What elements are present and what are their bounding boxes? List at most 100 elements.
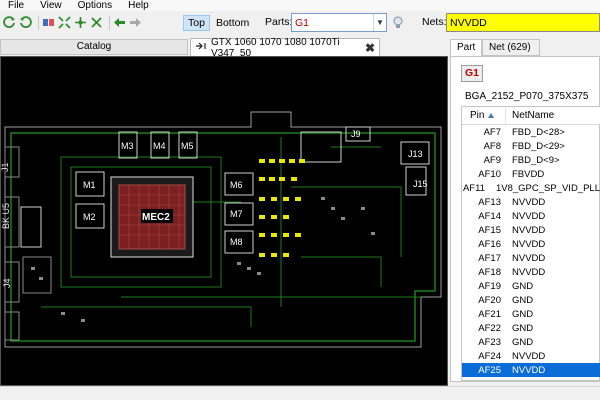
table-row[interactable]: AF15 NVVDD: [462, 223, 600, 237]
pin-cell: AF16: [478, 238, 501, 250]
pin-cell: AF17: [478, 252, 501, 264]
zoom-out-icon[interactable]: [90, 16, 103, 29]
board-label-m5: M5: [181, 141, 194, 151]
netname-cell: FBVDD: [512, 168, 545, 180]
pin-cell: AF24: [478, 350, 501, 362]
board-label-m2: M2: [83, 212, 96, 222]
table-row[interactable]: AF22 GND: [462, 321, 600, 335]
pin-cell: AF22: [478, 322, 501, 334]
pin-cell: AF8: [483, 140, 501, 152]
board-label-m1: M1: [83, 180, 96, 190]
column-header-pin[interactable]: Pin: [462, 107, 506, 124]
parts-value[interactable]: G1: [292, 17, 373, 29]
part-panel: G1 BGA_2152_P070_375X375 Pin NetName AF7…: [450, 56, 600, 382]
pin-cell: AF25: [478, 364, 501, 376]
table-row[interactable]: AF24 NVVDD: [462, 349, 600, 363]
netname-cell: NVVDD: [512, 238, 546, 250]
nets-field[interactable]: NVVDD: [446, 13, 600, 32]
netname-cell: NVVDD: [512, 196, 546, 208]
table-row[interactable]: AF25 NVVDD: [462, 363, 600, 377]
table-row[interactable]: AF14 NVVDD: [462, 209, 600, 223]
top-side-button[interactable]: Top: [183, 14, 210, 31]
tab-part[interactable]: Part: [450, 39, 482, 56]
netname-cell: GND: [512, 308, 534, 320]
table-row[interactable]: AF10 FBVDD: [462, 167, 600, 181]
tab-net[interactable]: Net (629): [482, 39, 540, 56]
refresh-icon[interactable]: [3, 16, 16, 29]
table-row[interactable]: AF21 GND: [462, 307, 600, 321]
netname-cell: 1V8_GPC_SP_VID_PLL: [495, 182, 600, 194]
board-label-m4: M4: [153, 141, 166, 151]
board-label-j9: J9: [351, 129, 361, 139]
pin-cell: AF10: [478, 168, 501, 180]
lightbulb-icon[interactable]: [391, 15, 405, 30]
board-label-u5: BK U5: [1, 203, 11, 229]
board-canvas[interactable]: J1 BK U5 J4 MEC2 M1 M2 M3 M4 M5 M6 M7 M8…: [0, 56, 448, 386]
netname-cell: NVVDD: [512, 252, 546, 264]
table-row[interactable]: AF16 NVVDD: [462, 237, 600, 251]
pin-tab-icon[interactable]: [196, 42, 206, 53]
table-row[interactable]: AF7 FBD_D<28>: [462, 125, 600, 139]
column-header-netname[interactable]: NetName: [506, 110, 554, 121]
table-row[interactable]: AF17 NVVDD: [462, 251, 600, 265]
netname-cell: NVVDD: [512, 266, 546, 278]
pin-cell: AF20: [478, 294, 501, 306]
chevron-down-icon[interactable]: ▼: [373, 14, 386, 31]
status-bar: [0, 386, 600, 400]
pin-cell: AF14: [478, 210, 501, 222]
nets-label: Nets:: [422, 16, 447, 28]
document-tab[interactable]: GTX 1060 1070 1080 1070Ti V347_50 ✖: [190, 37, 380, 59]
table-row[interactable]: AF9 FBD_D<9>: [462, 153, 600, 167]
table-row[interactable]: AF23 GND: [462, 335, 600, 349]
pin-cell: AF9: [483, 154, 501, 166]
menu-view[interactable]: View: [40, 0, 62, 11]
netname-cell: GND: [512, 280, 534, 292]
table-row[interactable]: AF8 FBD_D<29>: [462, 139, 600, 153]
parts-label: Parts:: [265, 16, 293, 28]
pin-cell: AF11: [462, 182, 485, 194]
board-label-m7: M7: [230, 209, 243, 219]
netname-cell: NVVDD: [512, 350, 546, 362]
forward-arrow-icon[interactable]: [129, 16, 142, 29]
pcb-drawing: J1 BK U5 J4 MEC2 M1 M2 M3 M4 M5 M6 M7 M8…: [1, 111, 442, 348]
menu-file[interactable]: File: [8, 0, 24, 11]
side-tabs: Part Net (629): [450, 39, 600, 56]
pin-cell: AF21: [478, 308, 501, 320]
left-connectors: [4, 146, 52, 341]
netname-cell: FBD_D<29>: [512, 140, 565, 152]
column-header-pin-label: Pin: [470, 110, 485, 121]
parts-combo[interactable]: G1 ▼: [291, 13, 387, 32]
netname-cell: GND: [512, 294, 534, 306]
menu-options[interactable]: Options: [78, 0, 112, 11]
catalog-panel-header[interactable]: Catalog: [0, 39, 188, 55]
flip-icon[interactable]: [42, 16, 55, 29]
table-row[interactable]: AF20 GND: [462, 293, 600, 307]
gpu-chip-label: MEC2: [142, 212, 170, 223]
zoom-fit-icon[interactable]: [58, 16, 71, 29]
rotate-icon[interactable]: [19, 16, 32, 29]
table-row[interactable]: AF13 NVVDD: [462, 195, 600, 209]
pin-rows: AF7 FBD_D<28> AF8 FBD_D<29> AF9 FBD_D<9> AF10 F…: [462, 125, 600, 377]
bottom-side-button[interactable]: Bottom: [212, 15, 253, 31]
netname-cell: GND: [512, 336, 534, 348]
back-arrow-icon[interactable]: [113, 16, 126, 29]
netname-cell: GND: [512, 322, 534, 334]
table-row[interactable]: AF18 NVVDD: [462, 265, 600, 279]
board-label-j15: J15: [413, 179, 428, 189]
board-label-m6: M6: [230, 180, 243, 190]
pin-cell: AF19: [478, 280, 501, 292]
pin-cell: AF18: [478, 266, 501, 278]
pin-table[interactable]: Pin NetName AF7 FBD_D<28> AF8 FBD_D<29> AF9 F…: [461, 106, 600, 381]
table-row[interactable]: AF11 1V8_GPC_SP_VID_PLL: [462, 181, 600, 195]
zoom-in-icon[interactable]: [74, 16, 87, 29]
board-label-j13: J13: [408, 149, 423, 159]
pin-table-header: Pin NetName: [462, 107, 600, 125]
menu-help[interactable]: Help: [128, 0, 149, 11]
toolbar-separator: [109, 15, 110, 30]
netname-cell: FBD_D<9>: [512, 154, 560, 166]
table-row[interactable]: AF19 GND: [462, 279, 600, 293]
board-label-m8: M8: [230, 237, 243, 247]
board-label-j1: J1: [1, 162, 10, 172]
part-name-badge[interactable]: G1: [461, 65, 483, 82]
close-icon[interactable]: ✖: [365, 41, 375, 55]
